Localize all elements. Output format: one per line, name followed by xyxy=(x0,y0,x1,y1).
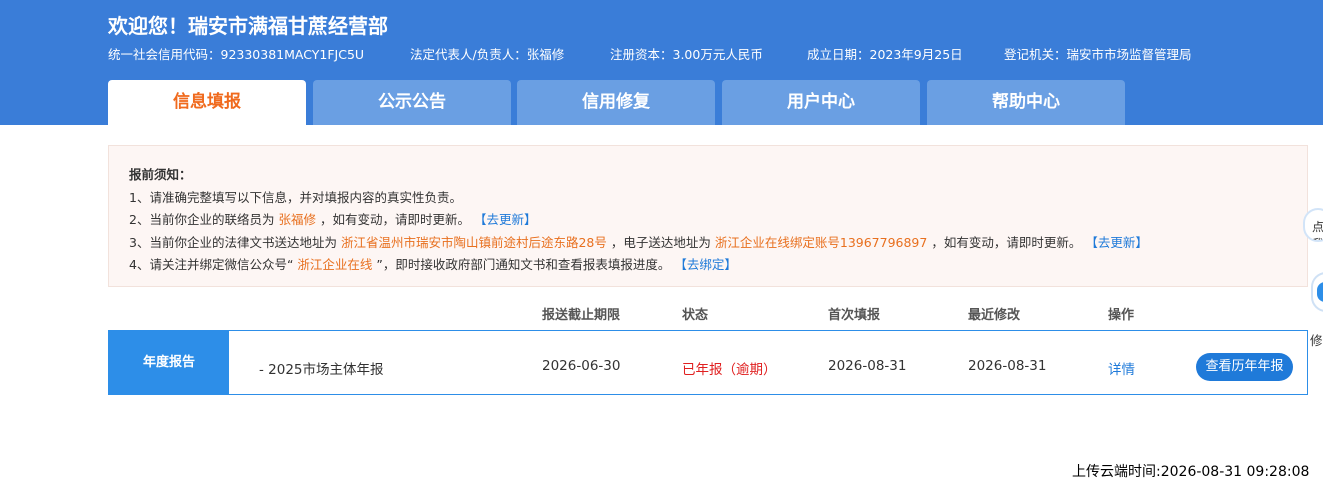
annual-report-label: 年度报告 xyxy=(109,331,229,394)
upload-time: 上传云端时间:2026-08-31 09:28:08 xyxy=(1072,464,1310,480)
update-address-link[interactable]: 【去更新】 xyxy=(1085,235,1148,250)
electronic-address: 浙江企业在线绑定账号13967796897 xyxy=(714,235,928,250)
notice-line-4: 4、请关注并绑定微信公众号“ 浙江企业在线 ”，即时接收政府部门通知文书和查看报… xyxy=(129,254,737,273)
notice-line-4-text: 4、请关注并绑定微信公众号“ xyxy=(129,257,294,272)
tab-public-notice[interactable]: 公示公告 xyxy=(313,80,511,125)
header-deadline: 报送截止期限 xyxy=(542,308,621,323)
notice-line-2-suffix: ，如有变动，请即时更新。 xyxy=(319,212,470,227)
tab-user-center[interactable]: 用户中心 xyxy=(722,80,920,125)
notice-line-2-text: 2、当前你企业的联络员为 xyxy=(129,212,275,227)
header-last-modified: 最近修改 xyxy=(968,308,1021,323)
service-address: 浙江省温州市瑞安市陶山镇前途村后途东路28号 xyxy=(340,235,607,250)
header-bar: 欢迎您！瑞安市满福甘蔗经营部 统一社会信用代码：92330381MACY1FJC… xyxy=(0,0,1323,125)
notice-line-4-suffix: ”，即时接收政府部门通知文书和查看报表填报进度。 xyxy=(376,257,671,272)
notice-line-3-suffix: ，如有变动，请即时更新。 xyxy=(931,235,1082,250)
legal-representative: 法定代表人/负责人：张福修 xyxy=(410,47,565,62)
floating-repair-label[interactable]: 修 xyxy=(1310,330,1323,349)
notice-line-3-text: 3、当前你企业的法律文书送达地址为 xyxy=(129,235,337,250)
floating-help-badge[interactable]: 点我 xyxy=(1303,208,1323,242)
floating-help-label: 点我 xyxy=(1312,220,1323,240)
report-status: 已年报（逾期） xyxy=(682,362,777,378)
header-first-filing: 首次填报 xyxy=(828,308,881,323)
notice-line-1: 1、请准确完整填写以下信息，并对填报内容的真实性负责。 xyxy=(129,190,462,205)
notice-panel: 报前须知： 1、请准确完整填写以下信息，并对填报内容的真实性负责。 2、当前你企… xyxy=(108,145,1308,287)
header-action: 操作 xyxy=(1108,308,1135,323)
notice-line-2: 2、当前你企业的联络员为 张福修 ，如有变动，请即时更新。 【去更新】 xyxy=(129,209,536,228)
report-name: - 2025市场主体年报 xyxy=(259,362,384,378)
establish-date: 成立日期：2023年9月25日 xyxy=(807,47,963,62)
wechat-account-name: 浙江企业在线 xyxy=(297,257,373,272)
notice-heading: 报前须知： xyxy=(129,167,192,182)
notice-line-3-mid: ，电子送达地址为 xyxy=(610,235,711,250)
view-history-reports-button[interactable]: 查看历年年报 xyxy=(1196,353,1293,381)
header-status: 状态 xyxy=(682,308,709,323)
notice-line-3: 3、当前你企业的法律文书送达地址为 浙江省温州市瑞安市陶山镇前途村后途东路28号… xyxy=(129,232,1148,251)
report-first-filing: 2026-08-31 xyxy=(828,358,907,374)
detail-link[interactable]: 详情 xyxy=(1108,358,1135,378)
contact-person-name: 张福修 xyxy=(278,212,316,227)
floating-service-icon[interactable] xyxy=(1311,272,1323,312)
registration-authority: 登记机关：瑞安市市场监督管理局 xyxy=(1004,47,1192,62)
tab-help-center[interactable]: 帮助中心 xyxy=(927,80,1125,125)
registered-capital: 注册资本：3.00万元人民币 xyxy=(610,47,763,62)
credit-code: 统一社会信用代码：92330381MACY1FJC5U xyxy=(108,47,365,62)
annual-report-row: 年度报告 - 2025市场主体年报 2026-06-30 已年报（逾期） 202… xyxy=(108,330,1308,395)
bind-wechat-link[interactable]: 【去绑定】 xyxy=(674,257,737,272)
page-title: 欢迎您！瑞安市满福甘蔗经营部 xyxy=(108,14,388,38)
update-contact-link[interactable]: 【去更新】 xyxy=(474,212,537,227)
report-last-modified: 2026-08-31 xyxy=(968,358,1047,374)
report-deadline: 2026-06-30 xyxy=(542,358,621,374)
tab-info-filing[interactable]: 信息填报 xyxy=(108,80,306,125)
tab-credit-repair[interactable]: 信用修复 xyxy=(517,80,715,125)
